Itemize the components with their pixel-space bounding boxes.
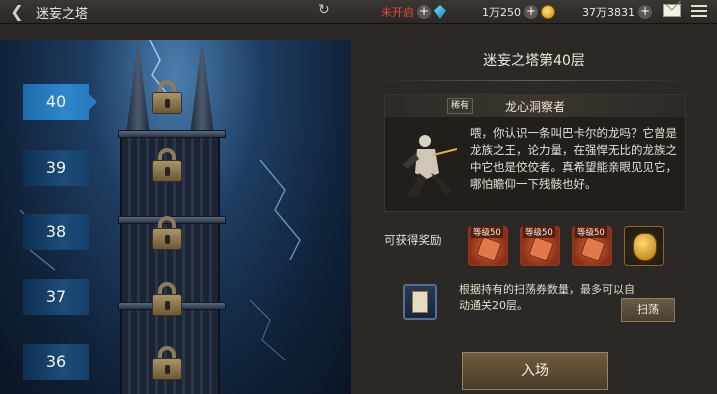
reward-item[interactable]: 等级50 — [520, 226, 560, 266]
reward-level: 等级50 — [575, 226, 607, 238]
material-icon — [476, 236, 502, 262]
top-bar: ❮ 迷妄之塔 ↻ 未开启 + 1万250 + 37万3831 + — [0, 0, 717, 24]
reward-item[interactable] — [624, 226, 664, 266]
tower-illustration — [118, 40, 226, 394]
reward-level: 等级50 — [523, 226, 555, 238]
currency-1: 1万250 + — [482, 3, 555, 21]
currency-1-value: 1万250 — [482, 6, 521, 19]
sweep-ticket-icon — [403, 284, 437, 320]
page-title: 迷妄之塔 — [36, 7, 89, 22]
lock-icon — [152, 346, 182, 380]
tower-ledge — [118, 130, 226, 138]
scroll-icon — [412, 291, 428, 313]
status-text: 未开启 — [381, 6, 414, 19]
divider — [381, 80, 687, 81]
gem-icon — [434, 5, 446, 19]
sweep-button[interactable]: 扫荡 — [621, 298, 675, 322]
reward-item[interactable]: 等级50 — [468, 226, 508, 266]
currency-2-add-button[interactable]: + — [638, 5, 652, 19]
gold-pot-icon — [633, 233, 657, 261]
tower-spire-left — [126, 40, 150, 135]
back-button[interactable]: ❮ — [4, 2, 30, 22]
floor-button-37[interactable]: 37 — [23, 279, 89, 315]
boss-name: 龙心洞察者 — [505, 100, 566, 114]
floor-button-40[interactable]: 40 — [23, 84, 97, 120]
back-arrow-icon: ❮ — [10, 2, 24, 21]
lock-icon — [152, 282, 182, 316]
reward-label: 可获得奖励 — [384, 233, 442, 247]
floor-button-39[interactable]: 39 — [23, 150, 89, 186]
status-add-button[interactable]: + — [417, 5, 431, 19]
boss-description: 喂，你认识一条叫巴卡尔的龙吗？它曾是龙族之王，论力量，在强悍无比的龙族之中它也是… — [470, 126, 677, 191]
lock-icon — [152, 148, 182, 182]
app-root: ❮ 迷妄之塔 ↻ 未开启 + 1万250 + 37万3831 + 40 39 3… — [0, 0, 717, 394]
menu-icon[interactable] — [691, 5, 707, 17]
currency-2: 37万3831 + — [582, 3, 652, 21]
floor-button-38[interactable]: 38 — [23, 214, 89, 250]
currency-2-value: 37万3831 — [582, 6, 635, 19]
status-resource: 未开启 + — [381, 3, 446, 21]
floor-detail-panel: 迷妄之塔第40层 稀有 龙心洞察者 喂，你认识一条叫巴卡尔的龙吗？它曾是龙族之王… — [351, 40, 717, 394]
currency-1-add-button[interactable]: + — [524, 5, 538, 19]
reward-item[interactable]: 等级50 — [572, 226, 612, 266]
coin-icon — [541, 5, 555, 19]
lock-icon — [152, 216, 182, 250]
sweep-description: 根据持有的扫荡券数量，最多可以自动通关20层。 — [459, 283, 635, 312]
material-icon — [528, 236, 554, 262]
refresh-icon[interactable]: ↻ — [318, 2, 330, 18]
tower-spire-right — [190, 40, 214, 135]
floor-button-36[interactable]: 36 — [23, 344, 89, 380]
boss-card: 稀有 龙心洞察者 喂，你认识一条叫巴卡尔的龙吗？它曾是龙族之王，论力量，在强悍无… — [384, 94, 686, 212]
enter-button[interactable]: 入场 — [462, 352, 608, 390]
reward-level: 等级50 — [471, 226, 503, 238]
rarity-badge: 稀有 — [447, 98, 473, 114]
boss-portrait — [403, 135, 457, 197]
tower-panel: 40 39 38 37 36 — [0, 40, 351, 394]
floor-title: 迷妄之塔第40层 — [483, 53, 585, 69]
mail-icon[interactable] — [663, 4, 681, 17]
lock-icon — [152, 80, 182, 114]
material-icon — [580, 236, 606, 262]
boss-header: 稀有 龙心洞察者 — [385, 95, 685, 117]
